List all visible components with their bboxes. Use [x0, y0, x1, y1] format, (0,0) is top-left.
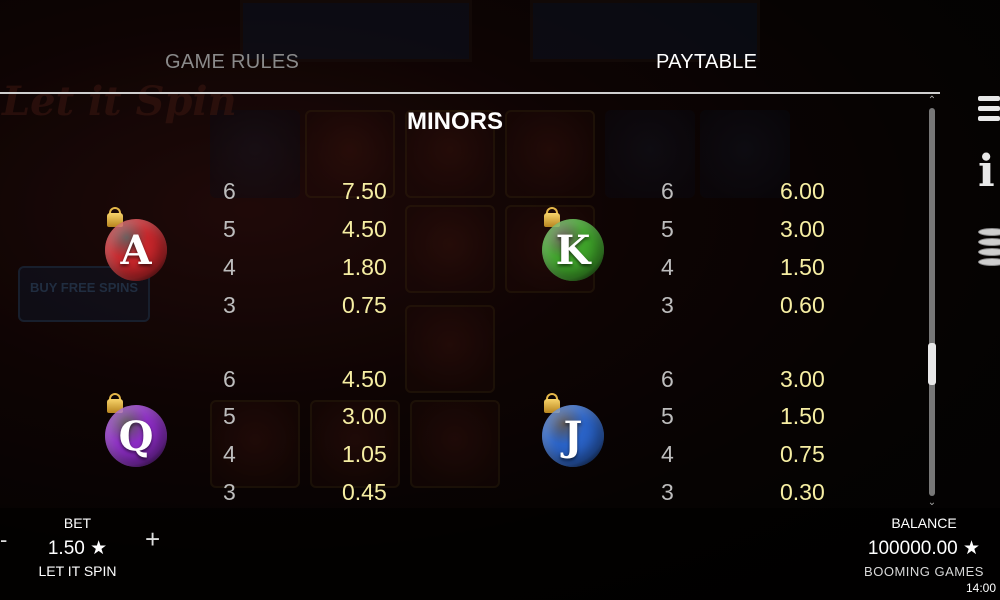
pay-value: 0.75: [342, 292, 387, 318]
pay-value: 6.00: [780, 178, 825, 204]
pay-value: 4.50: [342, 216, 387, 242]
pay-value: 4.50: [342, 366, 387, 392]
tab-paytable[interactable]: PAYTABLE: [656, 51, 757, 74]
game-name: LET IT SPIN: [38, 563, 117, 579]
tab-game-rules[interactable]: GAME RULES: [165, 51, 299, 74]
pay-count: 3: [223, 292, 236, 318]
balance-value: 100000.00 ★: [867, 538, 981, 559]
bet-value: 1.50 ★: [47, 538, 108, 559]
pay-value: 0.60: [780, 292, 825, 318]
pay-value: 3.00: [780, 366, 825, 392]
pay-count: 6: [661, 366, 674, 392]
section-title: MINORS: [407, 108, 503, 135]
ornament-k-icon: K: [542, 219, 604, 281]
ornament-q-icon: Q: [105, 405, 167, 467]
pay-count: 5: [223, 403, 236, 429]
ornament-a-icon: A: [105, 219, 167, 281]
pay-value: 1.50: [780, 254, 825, 280]
pay-value: 1.80: [342, 254, 387, 280]
bet-label: BET: [63, 515, 92, 531]
pay-value: 7.50: [342, 178, 387, 204]
pay-count: 6: [661, 178, 674, 204]
pay-count: 3: [661, 292, 674, 318]
tab-divider: [0, 92, 940, 94]
pay-value: 0.30: [780, 479, 825, 505]
pay-value: 3.00: [780, 216, 825, 242]
scroll-down-arrow-icon[interactable]: ⌄: [924, 498, 940, 508]
bet-increase-button[interactable]: +: [145, 524, 160, 555]
pay-count: 4: [223, 441, 236, 467]
pay-value: 0.75: [780, 441, 825, 467]
pay-count: 5: [661, 403, 674, 429]
pay-count: 3: [661, 479, 674, 505]
clock: 14:00: [966, 581, 997, 595]
pay-count: 4: [223, 254, 236, 280]
pay-count: 4: [661, 254, 674, 280]
scrollbar-track[interactable]: [929, 108, 935, 496]
pay-value: 1.05: [342, 441, 387, 467]
menu-icon[interactable]: [978, 96, 1000, 126]
pay-value: 1.50: [780, 403, 825, 429]
balance-label: BALANCE: [891, 515, 957, 531]
pay-count: 6: [223, 178, 236, 204]
info-icon[interactable]: i: [978, 150, 995, 194]
pay-count: 6: [223, 366, 236, 392]
pay-value: 0.45: [342, 479, 387, 505]
scroll-up-arrow-icon[interactable]: ⌃: [924, 96, 940, 106]
pay-count: 5: [223, 216, 236, 242]
brand-logo: BOOMING GAMES: [864, 564, 984, 579]
pay-count: 4: [661, 441, 674, 467]
coins-icon[interactable]: [978, 228, 1000, 268]
pay-count: 5: [661, 216, 674, 242]
pay-count: 3: [223, 479, 236, 505]
pay-value: 3.00: [342, 403, 387, 429]
scrollbar-thumb[interactable]: [928, 343, 936, 386]
ornament-j-icon: J: [542, 405, 604, 467]
